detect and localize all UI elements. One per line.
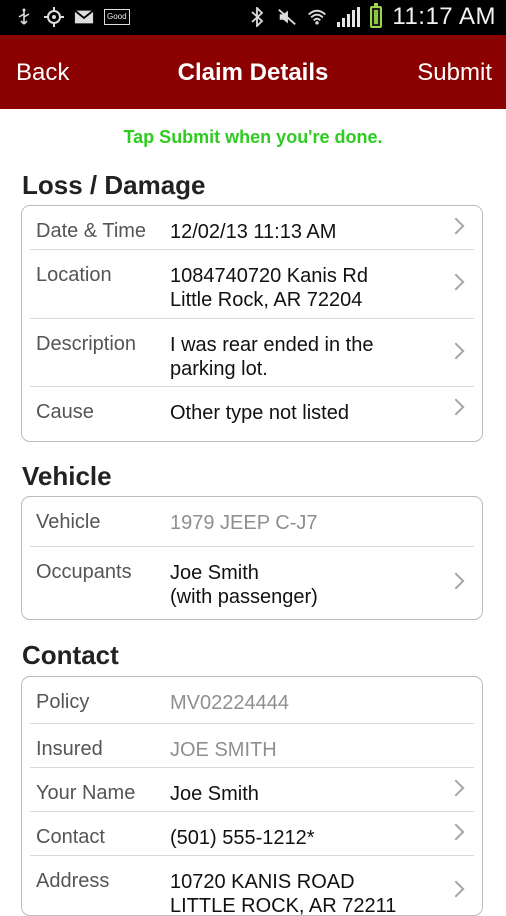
row-value: Joe Smith <box>170 783 259 805</box>
row-value: 1979 JEEP C-J7 <box>170 512 318 534</box>
chevron-right-icon <box>447 398 465 416</box>
row-value: (501) 555-1212* <box>170 827 315 849</box>
section-title-loss: Loss / Damage <box>22 170 206 200</box>
row-occupants[interactable]: Occupants Joe Smith (with passenger) <box>30 547 474 619</box>
chevron-right-icon <box>447 823 465 840</box>
row-label: Your Name <box>36 782 136 804</box>
row-label: Vehicle <box>36 511 101 533</box>
gps-icon <box>44 7 64 27</box>
good-app-icon: Good <box>104 9 130 25</box>
notification-icons: Good <box>14 5 130 29</box>
gmail-icon <box>74 8 94 26</box>
row-label: Policy <box>36 691 90 713</box>
row-cause[interactable]: Cause Other type not listed <box>30 387 474 431</box>
row-label: Description <box>36 333 137 355</box>
bluetooth-icon <box>247 7 267 27</box>
instruction-hint: Tap Submit when you're done. <box>123 127 383 147</box>
system-icons: 11:17 AM <box>247 2 496 32</box>
chevron-right-icon <box>447 880 465 898</box>
row-label: Insured <box>36 738 103 760</box>
vehicle-card: Vehicle 1979 JEEP C-J7 Occupants Joe Smi… <box>21 496 483 620</box>
chevron-right-icon <box>447 779 465 796</box>
row-label: Cause <box>36 401 94 423</box>
row-label: Address <box>36 870 110 892</box>
signal-icon <box>337 7 361 27</box>
status-bar: Good 11:17 AM <box>0 0 506 35</box>
mute-icon <box>277 8 297 26</box>
row-value: Joe Smith (with passenger) <box>170 562 318 608</box>
row-label: Contact <box>36 826 105 848</box>
row-vehicle: Vehicle 1979 JEEP C-J7 <box>30 497 474 547</box>
row-label: Occupants <box>36 561 132 583</box>
row-value: 1084740720 Kanis Rd Little Rock, AR 7220… <box>170 265 368 311</box>
row-value: 10720 KANIS ROAD LITTLE ROCK, AR 72211 <box>170 871 397 916</box>
row-insured: Insured JOE SMITH <box>30 724 474 768</box>
row-location[interactable]: Location 1084740720 Kanis Rd Little Rock… <box>30 250 474 319</box>
submit-button[interactable]: Submit <box>417 59 492 87</box>
status-time: 11:17 AM <box>392 3 496 30</box>
loss-card: Date & Time 12/02/13 11:13 AM Location 1… <box>21 205 483 442</box>
row-contact[interactable]: Contact (501) 555-1212* <box>30 812 474 856</box>
battery-charging-icon <box>370 3 383 28</box>
row-date-time[interactable]: Date & Time 12/02/13 11:13 AM <box>30 206 474 250</box>
row-policy: Policy MV02224444 <box>30 677 474 724</box>
row-description[interactable]: Description I was rear ended in the park… <box>30 319 474 387</box>
nav-bar: Back Claim Details Submit <box>0 35 506 109</box>
row-label: Location <box>36 264 112 286</box>
row-value: Other type not listed <box>170 402 349 424</box>
row-value: I was rear ended in the parking lot. <box>170 334 374 380</box>
row-value: JOE SMITH <box>170 739 277 761</box>
back-button[interactable]: Back <box>16 59 69 87</box>
chevron-right-icon <box>447 217 465 234</box>
section-title-vehicle: Vehicle <box>22 461 112 491</box>
row-label: Date & Time <box>36 220 147 242</box>
wifi-icon <box>307 8 327 26</box>
chevron-right-icon <box>447 273 465 291</box>
chevron-right-icon <box>447 342 465 359</box>
row-your-name[interactable]: Your Name Joe Smith <box>30 768 474 812</box>
row-value: MV02224444 <box>170 692 289 714</box>
row-address[interactable]: Address 10720 KANIS ROAD LITTLE ROCK, AR… <box>30 856 474 916</box>
contact-card: Policy MV02224444 Insured JOE SMITH Your… <box>21 676 483 916</box>
chevron-right-icon <box>447 572 465 590</box>
usb-icon <box>14 8 34 26</box>
section-title-contact: Contact <box>22 640 119 670</box>
row-value: 12/02/13 11:13 AM <box>170 221 337 243</box>
